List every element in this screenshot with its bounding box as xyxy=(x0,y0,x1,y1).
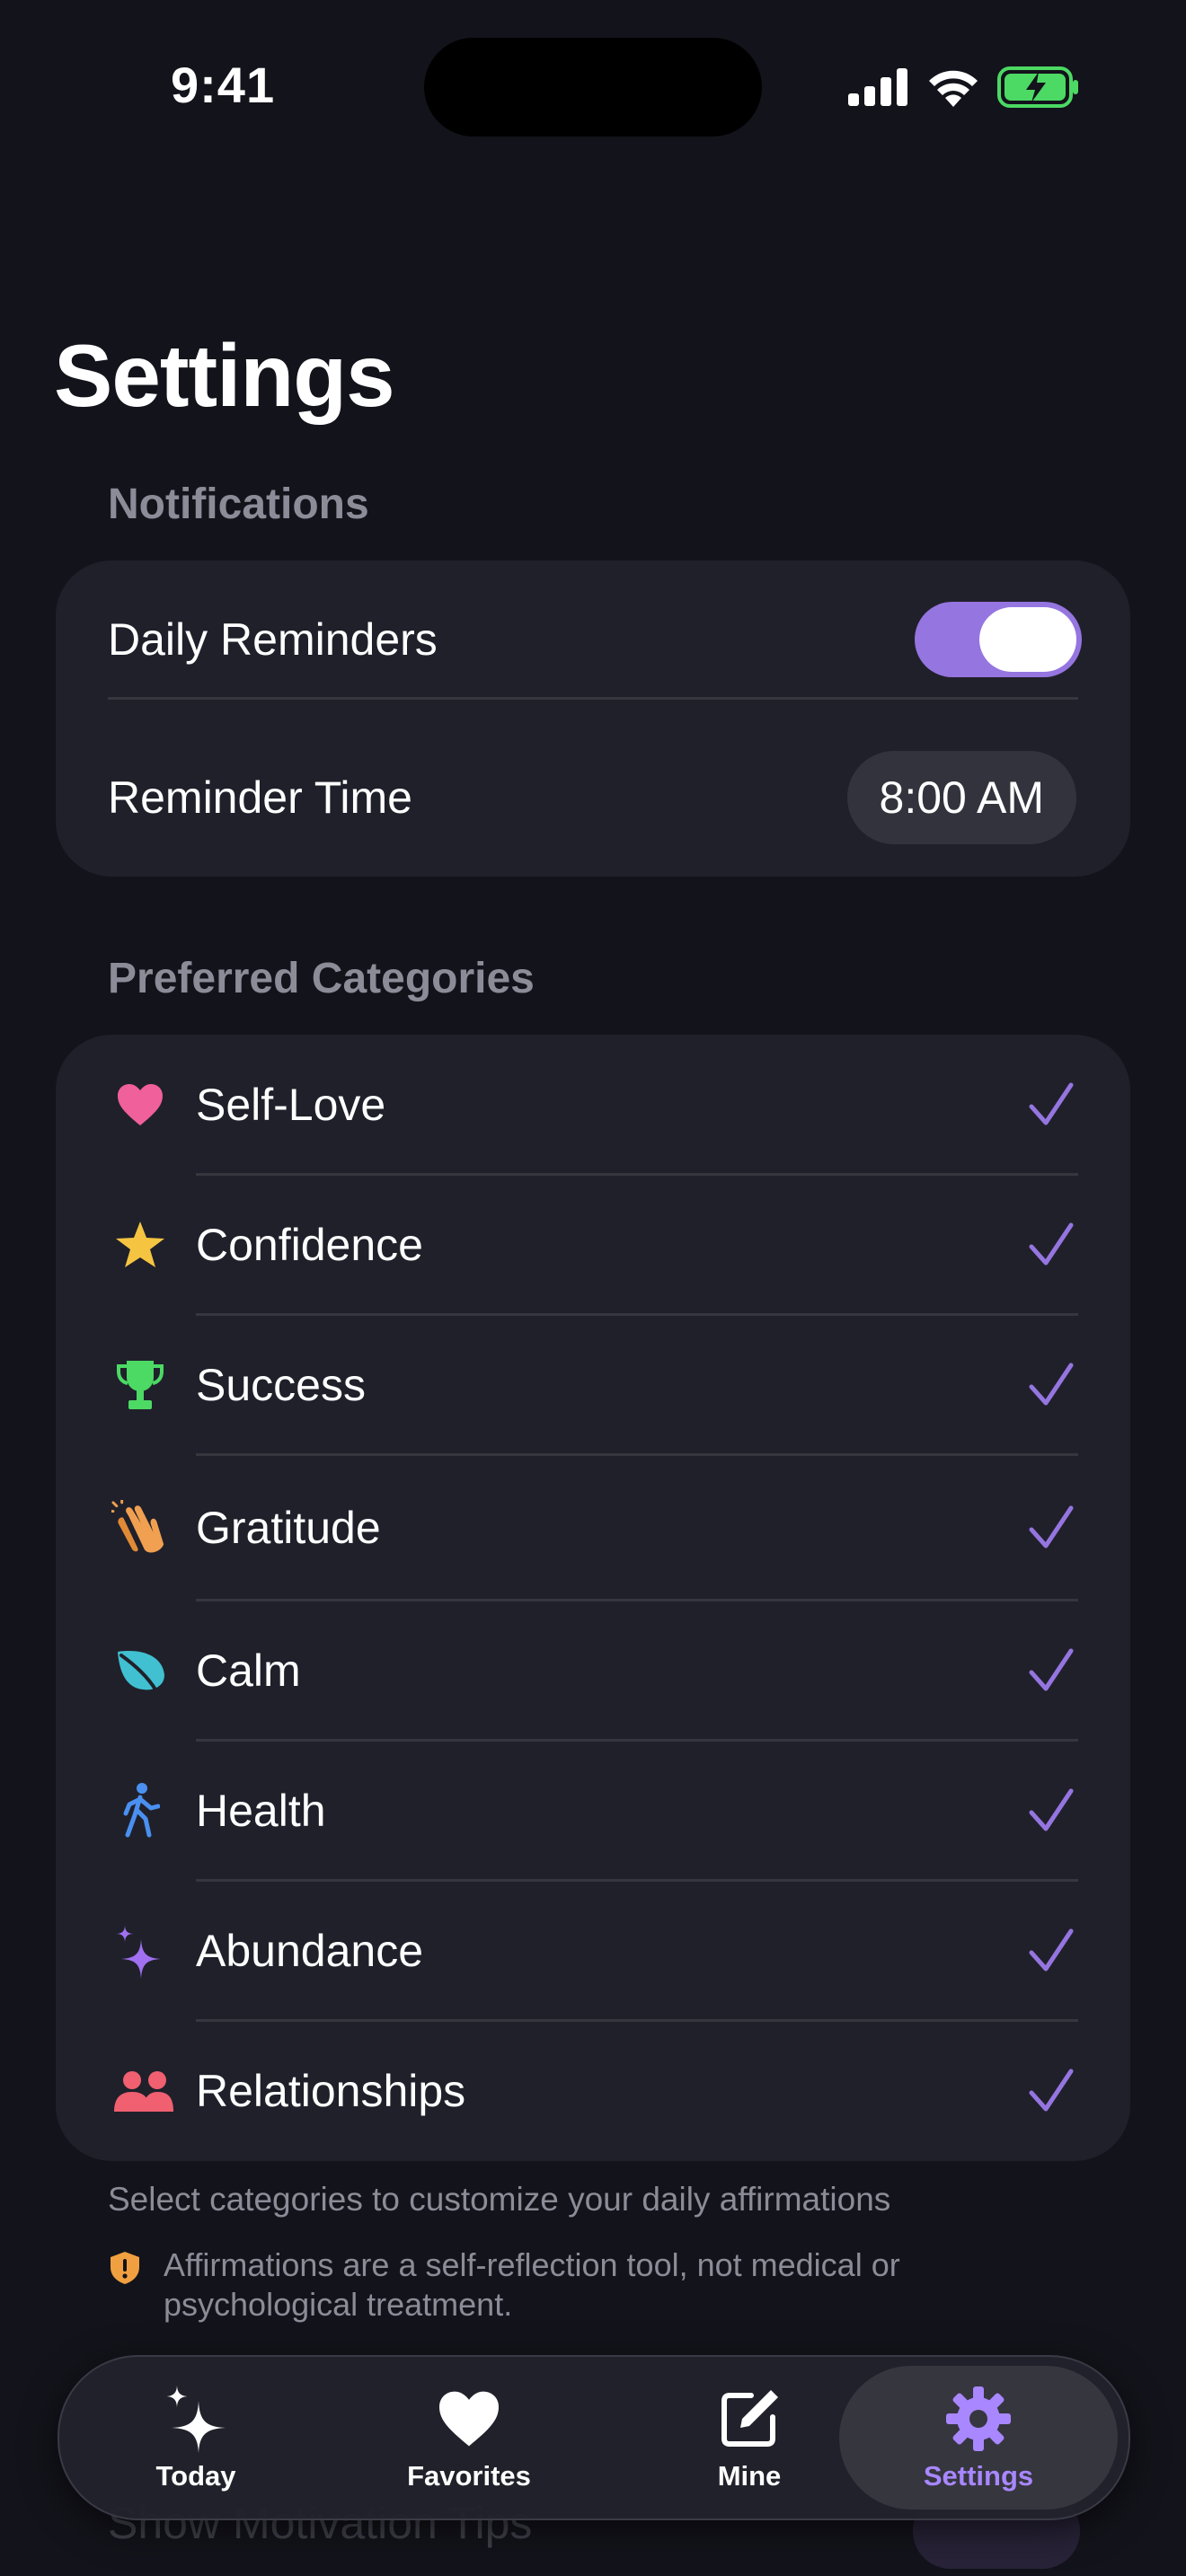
checkmark-icon xyxy=(1029,2069,1074,2112)
checkmark-icon xyxy=(1029,1363,1074,1406)
battery-charging-icon xyxy=(997,66,1078,108)
gear-icon xyxy=(943,2383,1014,2455)
category-label: Calm xyxy=(196,1645,301,1696)
tab-label: Mine xyxy=(717,2460,782,2492)
page-title: Settings xyxy=(54,326,395,425)
daily-reminders-row: Daily Reminders xyxy=(56,560,1130,719)
status-time: 9:41 xyxy=(171,57,276,113)
notifications-card: Daily Reminders Reminder Time 8:00 AM xyxy=(56,560,1130,877)
categories-section-header: Preferred Categories xyxy=(108,955,535,1002)
checkmark-icon xyxy=(1029,1648,1074,1691)
category-row-success[interactable]: Success xyxy=(56,1315,1130,1455)
tab-favorites[interactable]: Favorites xyxy=(370,2357,568,2519)
sparkles-icon xyxy=(160,2383,232,2455)
category-row-gratitude[interactable]: Gratitude xyxy=(56,1455,1130,1601)
tab-settings[interactable]: Settings xyxy=(839,2366,1118,2510)
checkmark-icon xyxy=(1029,1788,1074,1831)
tab-label: Today xyxy=(155,2460,236,2492)
categories-footer-note: Select categories to customize your dail… xyxy=(108,2181,891,2218)
category-row-self-love[interactable]: Self-Love xyxy=(56,1035,1130,1175)
disclaimer: Affirmations are a self-reflection tool,… xyxy=(108,2245,1006,2325)
category-row-calm[interactable]: Calm xyxy=(56,1601,1130,1741)
disclaimer-line-2: psychological treatment. xyxy=(164,2286,513,2323)
sparkles-icon xyxy=(111,1922,169,1980)
status-bar: 9:41 xyxy=(0,0,1186,171)
heart-icon xyxy=(433,2383,505,2455)
dynamic-island xyxy=(424,38,762,137)
reminder-time-row: Reminder Time 8:00 AM xyxy=(56,719,1130,877)
leaf-icon xyxy=(111,1642,169,1699)
toggle-knob xyxy=(979,607,1076,672)
tab-label: Favorites xyxy=(407,2460,531,2492)
checkmark-icon xyxy=(1029,1928,1074,1972)
category-row-health[interactable]: Health xyxy=(56,1741,1130,1881)
clapping-hands-icon xyxy=(111,1499,169,1557)
shield-warning-icon xyxy=(111,2252,139,2284)
people-icon xyxy=(111,2062,176,2120)
category-label: Relationships xyxy=(196,2066,466,2116)
notifications-section-header: Notifications xyxy=(108,481,369,528)
checkmark-icon xyxy=(1029,1505,1074,1548)
category-label: Self-Love xyxy=(196,1080,386,1130)
category-label: Success xyxy=(196,1360,366,1410)
category-label: Health xyxy=(196,1786,326,1836)
star-icon xyxy=(111,1216,169,1274)
disclaimer-line-1: Affirmations are a self-reflection tool,… xyxy=(164,2246,900,2283)
walking-figure-icon xyxy=(111,1782,169,1839)
daily-reminders-label: Daily Reminders xyxy=(108,614,438,665)
daily-reminders-toggle[interactable] xyxy=(915,602,1082,677)
category-row-relationships[interactable]: Relationships xyxy=(56,2021,1130,2161)
wifi-icon xyxy=(929,70,978,107)
category-label: Confidence xyxy=(196,1220,423,1270)
compose-icon xyxy=(713,2383,785,2455)
heart-icon xyxy=(111,1076,169,1134)
disclaimer-text: Affirmations are a self-reflection tool,… xyxy=(164,2245,900,2325)
category-label: Gratitude xyxy=(196,1503,381,1553)
divider xyxy=(108,697,1078,700)
reminder-time-picker[interactable]: 8:00 AM xyxy=(846,751,1076,844)
category-row-abundance[interactable]: Abundance xyxy=(56,1881,1130,2021)
trophy-icon xyxy=(111,1356,169,1414)
checkmark-icon xyxy=(1029,1222,1074,1266)
tab-mine[interactable]: Mine xyxy=(659,2357,839,2519)
category-label: Abundance xyxy=(196,1926,424,1976)
categories-card: Self-Love Confidence Success Gratitude C… xyxy=(56,1035,1130,2161)
tab-label: Settings xyxy=(923,2460,1034,2492)
signal-icon xyxy=(848,68,907,106)
tab-bar: Today Favorites Mine Settings xyxy=(58,2355,1130,2520)
checkmark-icon xyxy=(1029,1082,1074,1125)
reminder-time-label: Reminder Time xyxy=(108,772,412,823)
status-icons xyxy=(848,65,1080,110)
tab-today[interactable]: Today xyxy=(106,2357,286,2519)
category-row-confidence[interactable]: Confidence xyxy=(56,1175,1130,1315)
